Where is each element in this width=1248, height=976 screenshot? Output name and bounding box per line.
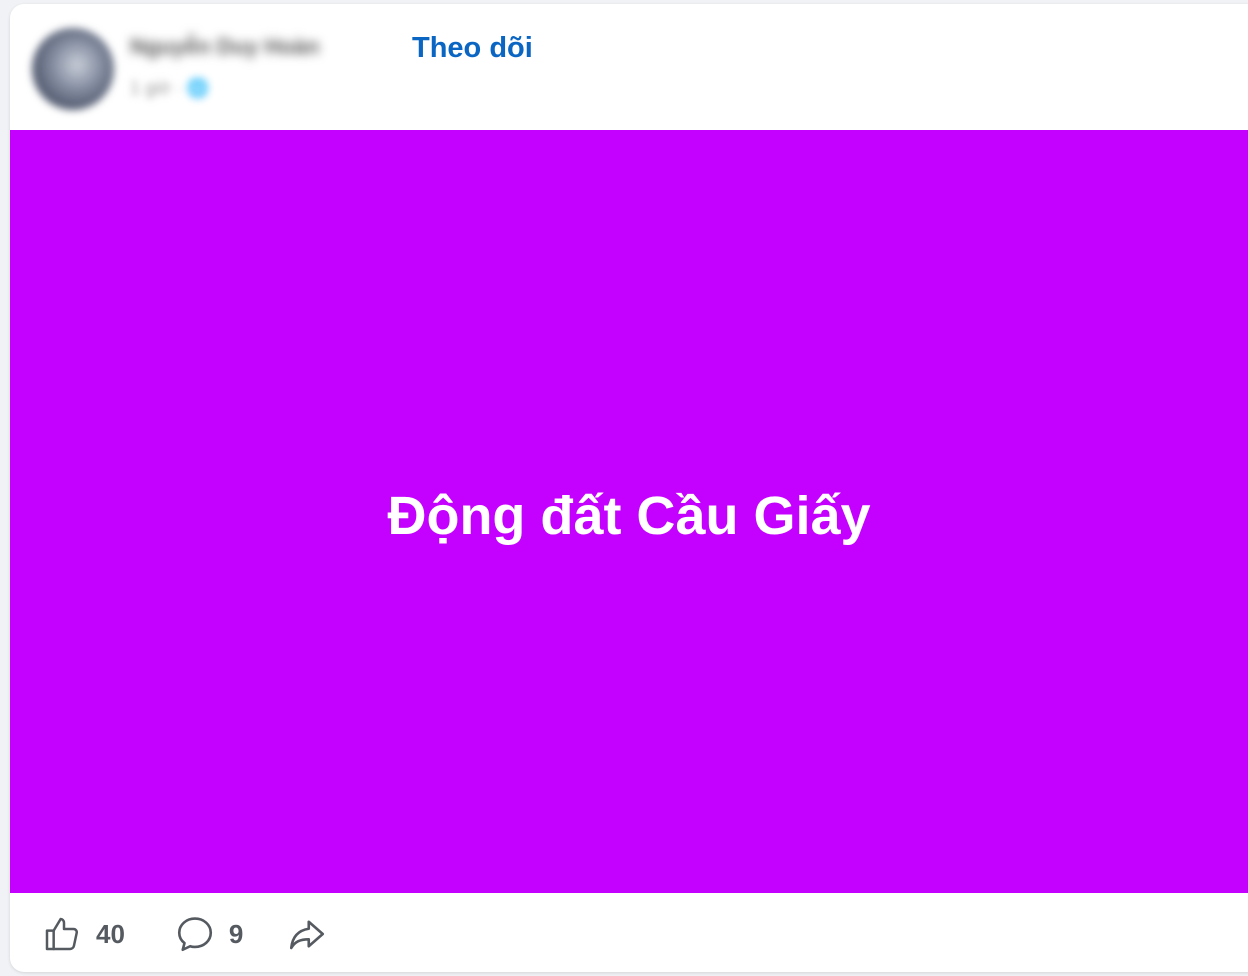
post-actions: 40 9: [40, 910, 377, 958]
share-button[interactable]: [285, 912, 329, 956]
like-button[interactable]: 40: [40, 912, 125, 956]
thumbs-up-icon: [40, 912, 84, 956]
comment-button[interactable]: 9: [173, 912, 243, 956]
follow-button[interactable]: Theo dõi: [412, 32, 533, 65]
share-icon: [285, 912, 329, 956]
like-count: 40: [96, 918, 125, 949]
comment-count: 9: [228, 918, 244, 949]
post-header: Nguyễn Duy Hoàn 1 giờ · 🌐 Theo dõi: [10, 4, 1248, 128]
avatar[interactable]: [32, 28, 114, 110]
post-card: Nguyễn Duy Hoàn 1 giờ · 🌐 Theo dõi Động …: [10, 4, 1248, 972]
post-media[interactable]: Động đất Cầu Giấy: [10, 130, 1248, 893]
post-media-text: Động đất Cầu Giấy: [387, 485, 871, 546]
comment-icon: [173, 912, 217, 956]
author-name[interactable]: Nguyễn Duy Hoàn: [130, 34, 319, 60]
post-meta: 1 giờ · 🌐: [130, 78, 210, 98]
